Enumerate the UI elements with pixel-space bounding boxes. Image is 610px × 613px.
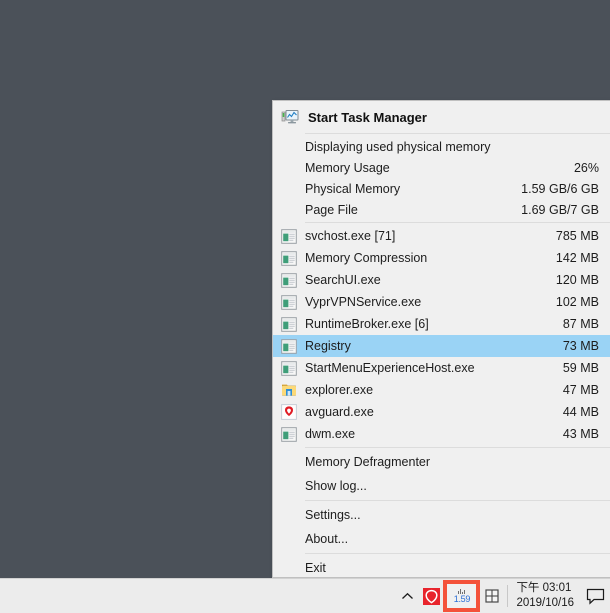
monitor-chart-icon <box>277 104 303 130</box>
memory-info-row: Physical Memory 1.59 GB/6 GB <box>273 178 610 199</box>
shield-icon <box>273 404 305 420</box>
process-row[interactable]: svchost.exe [71] 785 MB <box>273 225 610 247</box>
panel-title: Start Task Manager <box>308 109 427 125</box>
memory-info-value: 1.59 GB/6 GB <box>521 181 599 196</box>
window-icon <box>273 316 305 332</box>
avira-tray-icon[interactable] <box>420 579 442 613</box>
process-memory: 73 MB <box>562 339 599 353</box>
process-name: SearchUI.exe <box>305 273 381 287</box>
window-icon <box>273 272 305 288</box>
memory-manager-popup: Start Task Manager Displaying used physi… <box>272 100 610 578</box>
window-icon <box>273 360 305 376</box>
menu-item[interactable]: Memory Defragmenter <box>273 450 610 474</box>
process-name: explorer.exe <box>305 383 374 397</box>
process-row[interactable]: explorer.exe 47 MB <box>273 379 610 401</box>
menu-item[interactable]: Exit <box>273 556 610 577</box>
ime-tray-icon[interactable] <box>481 579 503 613</box>
process-memory: 59 MB <box>562 361 599 375</box>
process-name: Memory Compression <box>305 251 428 265</box>
process-row[interactable]: SearchUI.exe 120 MB <box>273 269 610 291</box>
process-row[interactable]: StartMenuExperienceHost.exe 59 MB <box>273 357 610 379</box>
process-row[interactable]: Memory Compression 142 MB <box>273 247 610 269</box>
menu-item[interactable]: Show log... <box>273 474 610 498</box>
process-memory: 120 MB <box>555 273 599 287</box>
process-memory: 102 MB <box>555 295 599 309</box>
clock-time: 下午 03:01 <box>516 582 572 594</box>
process-row-selected[interactable]: Registry 73 MB <box>273 335 610 357</box>
memory-caption-row: Displaying used physical memory <box>273 136 610 157</box>
process-row[interactable]: RuntimeBroker.exe [6] 87 MB <box>273 313 610 335</box>
process-memory: 44 MB <box>562 405 599 419</box>
window-icon <box>273 426 305 442</box>
tools-menu[interactable]: Memory Defragmenter Show log... <box>273 448 610 500</box>
memory-info-value: 26% <box>573 160 599 175</box>
process-name: RuntimeBroker.exe [6] <box>305 317 429 331</box>
settings-menu[interactable]: Settings... About... <box>273 501 610 553</box>
window-icon <box>273 294 305 310</box>
process-list[interactable]: svchost.exe [71] 785 MB Memory Compression… <box>273 223 610 447</box>
process-memory: 142 MB <box>555 251 599 265</box>
process-memory: 47 MB <box>562 383 599 397</box>
window-icon <box>273 338 305 354</box>
menu-item-label: Settings... <box>305 508 361 522</box>
memory-info-label: Memory Usage <box>305 160 390 175</box>
window-icon <box>273 228 305 244</box>
window-icon <box>273 250 305 266</box>
exit-menu[interactable]: Exit <box>273 554 610 577</box>
menu-item[interactable]: Settings... <box>273 503 610 527</box>
menu-item-label: Memory Defragmenter <box>305 455 431 469</box>
process-memory: 87 MB <box>562 317 599 331</box>
process-row[interactable]: avguard.exe 44 MB <box>273 401 610 423</box>
system-tray: 1.59 下午 03:01 2019/10/16 <box>394 579 610 613</box>
taskbar: 1.59 下午 03:01 2019/10/16 <box>0 578 610 613</box>
process-name: avguard.exe <box>305 405 374 419</box>
menu-item-label: About... <box>305 532 349 546</box>
process-name: dwm.exe <box>305 427 356 441</box>
menu-item[interactable]: About... <box>273 527 610 551</box>
process-name: VyprVPNService.exe <box>305 295 422 309</box>
memory-info-section: Displaying used physical memory Memory U… <box>273 134 610 222</box>
folder-icon <box>273 382 305 398</box>
speech-bubble-icon[interactable] <box>580 579 610 613</box>
memory-info-label: Page File <box>305 202 358 217</box>
clock-date: 2019/10/16 <box>516 597 574 609</box>
memory-info-row: Page File 1.69 GB/7 GB <box>273 199 610 220</box>
memory-info-value: 1.69 GB/7 GB <box>521 202 599 217</box>
process-name: Registry <box>305 339 351 353</box>
tray-divider <box>507 585 509 607</box>
memory-usage-tray-icon[interactable]: 1.59 <box>443 580 481 612</box>
process-name: StartMenuExperienceHost.exe <box>305 361 475 375</box>
menu-item-label: Show log... <box>305 479 367 493</box>
memory-info-label: Physical Memory <box>305 181 401 196</box>
process-name: svchost.exe [71] <box>305 229 396 243</box>
clock[interactable]: 下午 03:01 2019/10/16 <box>512 579 580 613</box>
process-memory: 43 MB <box>562 427 599 441</box>
menu-item-label: Exit <box>305 561 326 575</box>
memory-info-row: Memory Usage 26% <box>273 157 610 178</box>
chevron-up-icon[interactable] <box>394 579 420 613</box>
memory-caption: Displaying used physical memory <box>305 139 491 154</box>
process-memory: 785 MB <box>555 229 599 243</box>
panel-header[interactable]: Start Task Manager <box>273 101 610 133</box>
tray-memory-value: 1.59 <box>453 594 471 604</box>
process-row[interactable]: VyprVPNService.exe 102 MB <box>273 291 610 313</box>
process-row[interactable]: dwm.exe 43 MB <box>273 423 610 445</box>
